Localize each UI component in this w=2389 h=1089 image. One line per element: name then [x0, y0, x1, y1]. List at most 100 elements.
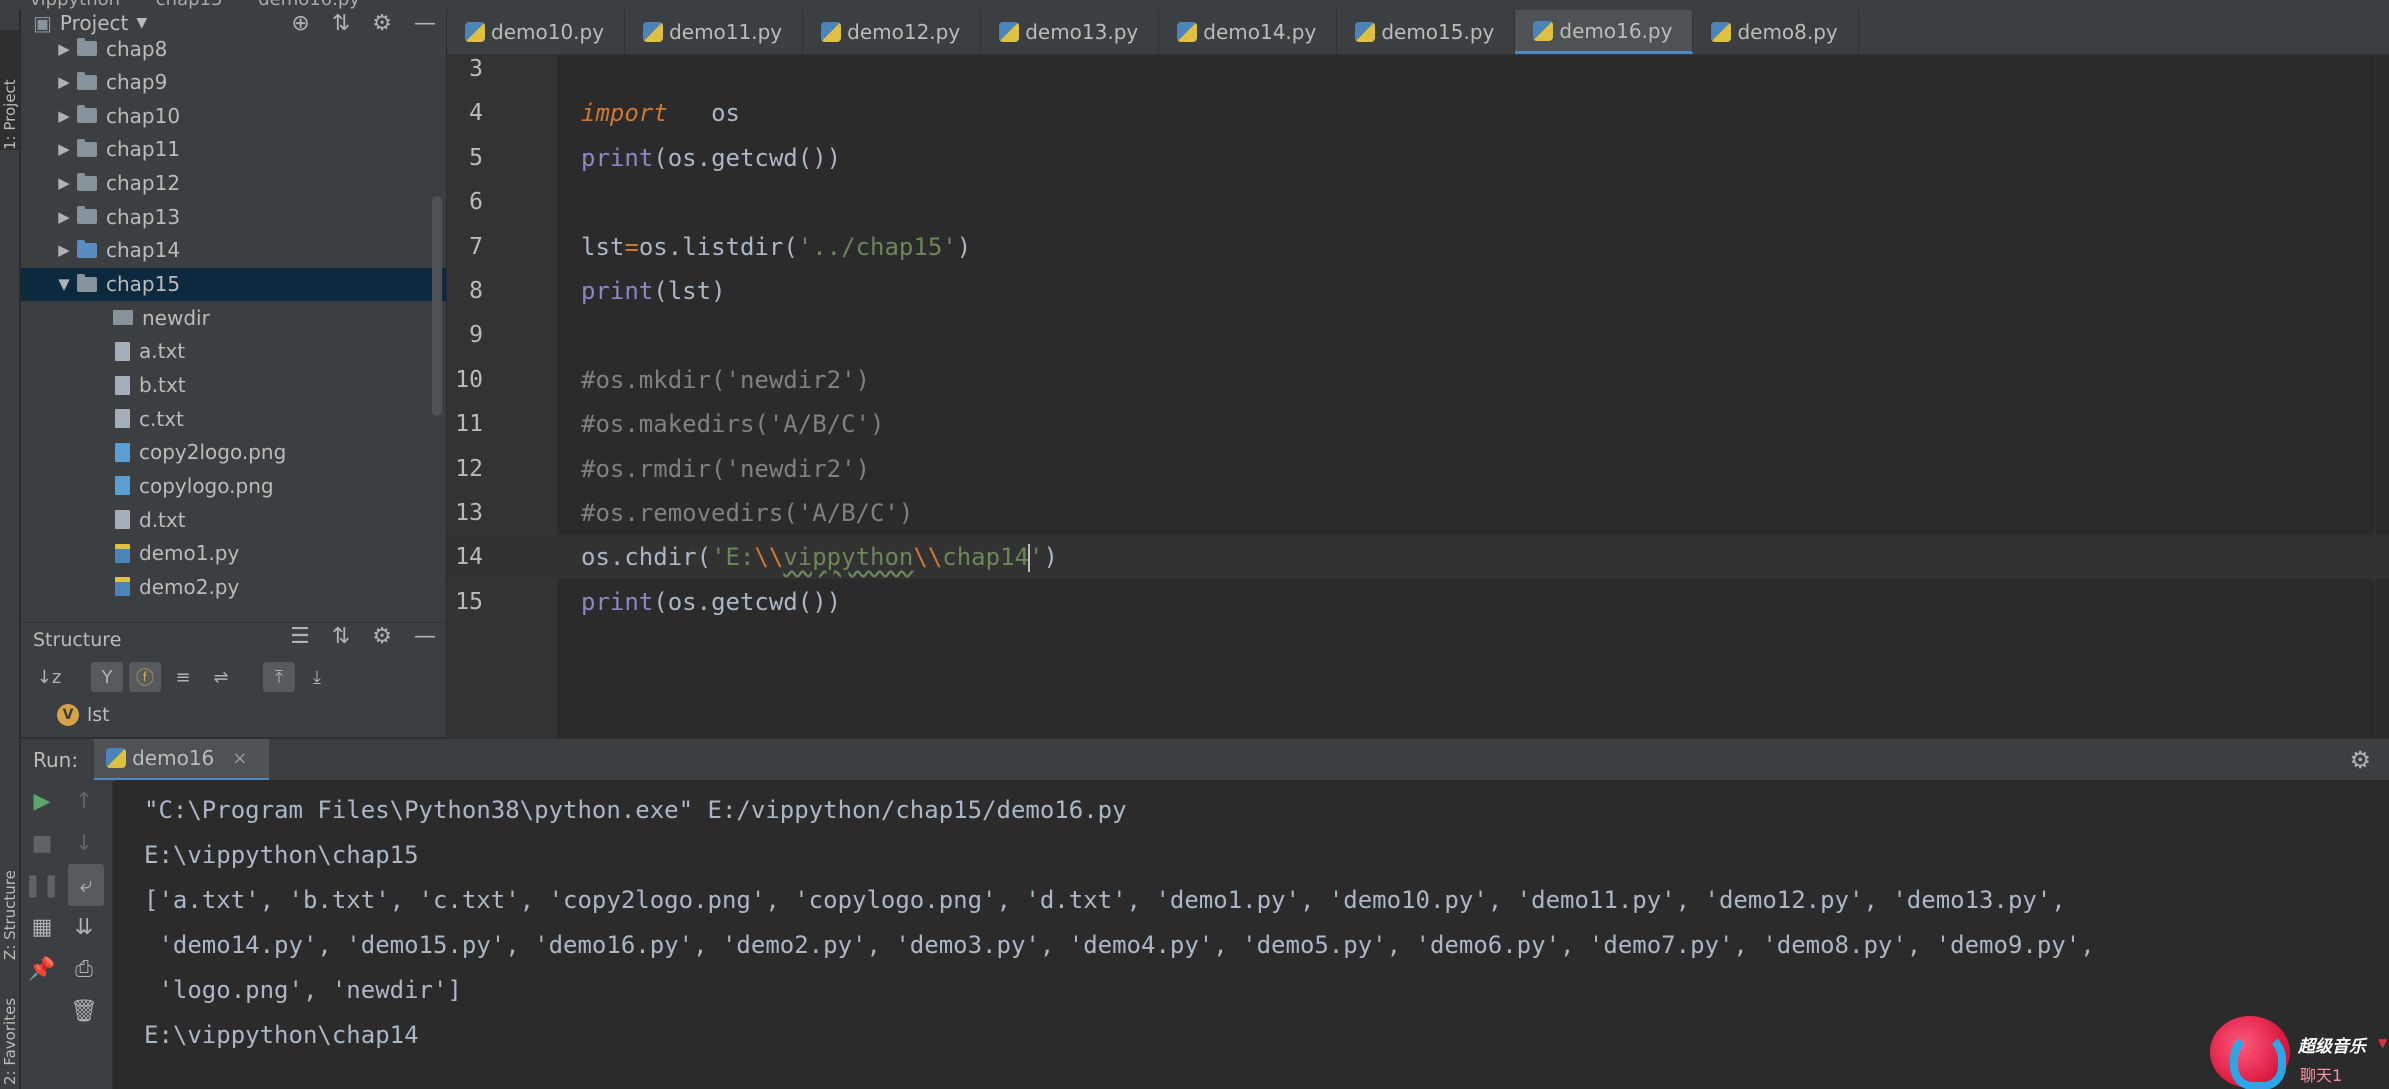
code-line[interactable]: 5 print(os.getcwd()) — [447, 136, 2389, 180]
trash-icon[interactable]: 🗑 — [63, 990, 105, 1032]
project-tool-button[interactable]: 1: Project — [0, 30, 20, 150]
code-line[interactable]: 10 #os.mkdir('newdir2') — [447, 358, 2389, 402]
editor-tab[interactable]: demo12.py — [803, 10, 982, 54]
breadcrumb-file[interactable]: demo16.py — [258, 0, 360, 10]
tree-item[interactable]: ▶ chap10 — [21, 99, 446, 132]
editor-tab[interactable]: demo15.py — [1337, 10, 1516, 54]
python-file-icon — [465, 22, 485, 42]
sort-alpha-icon[interactable]: ↓z — [33, 662, 65, 692]
minimize-icon[interactable]: — — [414, 624, 436, 649]
expand-all-icon[interactable]: ☰ — [290, 624, 310, 649]
run-console[interactable]: "C:\Program Files\Python38\python.exe" E… — [114, 780, 2389, 1089]
chevron-right-icon[interactable]: ▶ — [51, 174, 77, 192]
line-number: 10 — [455, 366, 483, 393]
favorites-tool-button[interactable]: 2: Favorites — [0, 975, 20, 1085]
code-line[interactable]: 8 print(lst) — [447, 269, 2389, 313]
code-line[interactable]: 9 — [447, 313, 2389, 357]
close-icon[interactable]: × — [232, 748, 247, 769]
rerun-icon[interactable]: ▶ — [21, 780, 63, 822]
code-line[interactable]: 14 os.chdir('E:\\vippython\\chap14') — [447, 535, 2389, 580]
console-output-line: "C:\Program Files\Python38\python.exe" E… — [144, 796, 1127, 824]
autoscroll-from-source-icon[interactable]: ⤓ — [301, 662, 333, 692]
arrow-down-icon[interactable]: ↓ — [63, 822, 105, 864]
autoscroll-to-source-icon[interactable]: ⤒ — [263, 662, 295, 692]
editor-tab[interactable]: demo14.py — [1159, 10, 1338, 54]
breadcrumb-folder[interactable]: chap15 — [156, 0, 223, 10]
tree-item[interactable]: ▶ chap9 — [21, 66, 446, 99]
collapse-all-icon[interactable]: ⇅ — [332, 11, 350, 36]
code-line[interactable]: 4 import os — [447, 91, 2389, 135]
collapse-all-icon[interactable]: ⇅ — [332, 624, 350, 649]
gear-icon[interactable]: ⚙ — [372, 11, 392, 36]
run-config-tab[interactable]: demo16 × — [94, 738, 270, 781]
gear-icon[interactable]: ⚙ — [2349, 746, 2371, 774]
minimize-icon[interactable]: — — [414, 11, 436, 36]
chevron-right-icon[interactable]: ▶ — [51, 140, 77, 158]
code-line[interactable]: 15 print(os.getcwd()) — [447, 580, 2389, 624]
folder-icon — [77, 138, 97, 157]
tree-item[interactable]: ▶ chap14 — [21, 234, 446, 267]
line-number: 11 — [455, 411, 483, 438]
locate-icon[interactable]: ⊕ — [291, 11, 309, 36]
chevron-right-icon[interactable]: ▶ — [51, 241, 77, 259]
soft-wrap-icon[interactable]: ⤶ — [68, 864, 104, 906]
editor-tab[interactable]: demo16.py — [1515, 10, 1694, 54]
editor-tab[interactable]: demo10.py — [447, 10, 626, 54]
tree-item[interactable]: copy2logo.png — [21, 436, 446, 469]
editor-tab[interactable]: demo8.py — [1693, 10, 1859, 54]
structure-item[interactable]: V lst — [21, 697, 446, 733]
tree-item[interactable]: ▶ chap11 — [21, 133, 446, 166]
editor-tab[interactable]: demo13.py — [981, 10, 1160, 54]
tree-item-label: demo1.py — [139, 541, 240, 566]
structure-toolbar: ↓z Y ⓕ ≡ ⇌ ⤒ ⤓ — [21, 657, 446, 697]
tree-item[interactable]: ▶ chap12 — [21, 167, 446, 200]
code-line[interactable]: 13 #os.removedirs('A/B/C') — [447, 491, 2389, 535]
code-line[interactable]: 12 #os.rmdir('newdir2') — [447, 447, 2389, 491]
pin-icon[interactable]: 📌 — [21, 948, 63, 990]
chevron-down-icon[interactable]: ▼ — [136, 15, 147, 31]
tree-item[interactable]: copylogo.png — [21, 469, 446, 502]
watermark-logo: 超级音乐 ▼ 聊天1 — [2210, 1010, 2389, 1089]
chevron-down-icon[interactable]: ▼ — [51, 275, 77, 293]
tree-item[interactable]: ▶ chap8 — [21, 36, 446, 65]
code-line[interactable]: 7 lst=os.listdir('../chap15') — [447, 225, 2389, 269]
print-icon[interactable]: ⎙ — [63, 948, 105, 990]
tree-item[interactable]: newdir — [21, 301, 446, 334]
tree-item[interactable]: ▼ chap15 — [21, 267, 446, 301]
tree-item[interactable]: d.txt — [21, 503, 446, 536]
stop-icon[interactable]: ■ — [21, 822, 63, 864]
chevron-right-icon[interactable]: ▶ — [51, 107, 77, 125]
tree-item[interactable]: a.txt — [21, 335, 446, 368]
tree-item[interactable]: b.txt — [21, 369, 446, 402]
tree-scrollbar-thumb[interactable] — [432, 196, 442, 416]
code-line[interactable]: 6 — [447, 180, 2389, 224]
code-line[interactable]: 11 #os.makedirs('A/B/C') — [447, 402, 2389, 446]
breadcrumb-project[interactable]: vippython — [30, 0, 120, 10]
tree-item[interactable]: demo1.py — [21, 537, 446, 570]
code-editor[interactable]: 3 4 import os 5 print(os.getcwd()) 6 7 lst=os.l… — [447, 55, 2389, 738]
tree-item[interactable]: ▶ chap13 — [21, 200, 446, 233]
chevron-right-icon[interactable]: ▶ — [51, 40, 77, 58]
filter-icon[interactable]: Y — [91, 662, 123, 692]
line-number: 14 — [455, 544, 483, 571]
project-panel-title[interactable]: Project — [60, 11, 128, 35]
pause-icon[interactable]: ❚❚ — [21, 864, 63, 906]
tree-item-label: copy2logo.png — [139, 440, 287, 465]
scroll-to-end-icon[interactable]: ⇊ — [63, 906, 105, 948]
toolbar-separator — [71, 662, 85, 692]
python-file-icon — [643, 22, 664, 42]
restore-layout-icon[interactable]: ▦ — [21, 906, 63, 948]
arrow-up-icon[interactable]: ↑ — [63, 780, 105, 822]
chevron-right-icon[interactable]: ▶ — [51, 208, 77, 226]
folder-icon — [77, 172, 97, 191]
chevron-right-icon[interactable]: ▶ — [51, 73, 77, 91]
code-line[interactable]: 3 — [447, 55, 2389, 91]
editor-tab[interactable]: demo11.py — [625, 10, 804, 54]
structure-tool-button[interactable]: Z: Structure — [0, 810, 20, 960]
gear-icon[interactable]: ⚙ — [372, 624, 392, 649]
tree-item[interactable]: c.txt — [21, 402, 446, 435]
tree-item[interactable]: demo2.py — [21, 570, 446, 603]
show-fields-icon[interactable]: ⓕ — [129, 662, 161, 692]
expand-icon[interactable]: ≡ — [167, 662, 199, 692]
collapse-icon[interactable]: ⇌ — [205, 662, 237, 692]
